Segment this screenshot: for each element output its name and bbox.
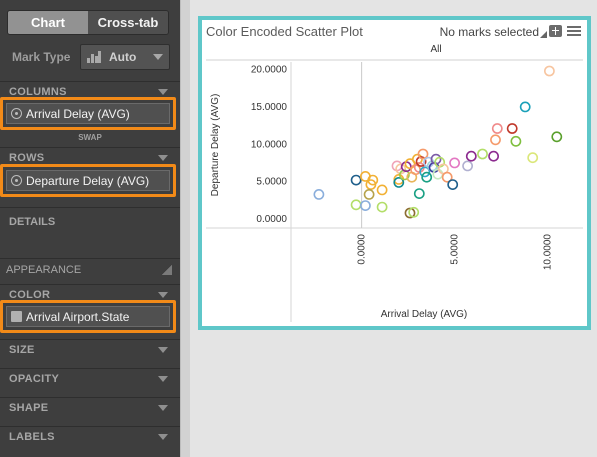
scatter-point[interactable] (447, 179, 459, 190)
color-field-label: Arrival Airport.State (26, 309, 130, 324)
chevron-down-icon[interactable] (158, 291, 168, 298)
scatter-point[interactable] (510, 135, 522, 147)
labels-section-label: LABELS (9, 430, 55, 443)
scatter-point[interactable] (413, 188, 425, 199)
mark-type-select[interactable]: Auto (80, 44, 170, 70)
scatter-point[interactable] (527, 152, 539, 164)
scatter-point[interactable] (543, 65, 555, 77)
chevron-down-icon (153, 54, 163, 60)
facet-label: All (430, 44, 441, 55)
scatter-point[interactable] (488, 150, 499, 162)
area-chart-icon (87, 51, 101, 63)
scatter-point[interactable] (490, 134, 501, 146)
appearance-section-label: APPEARANCE (6, 263, 82, 276)
color-encoding-icon (11, 311, 22, 322)
scatter-point[interactable] (551, 131, 563, 143)
scatter-point[interactable] (477, 148, 488, 160)
tab-chart[interactable]: Chart (8, 11, 88, 34)
mark-type-label: Mark Type (12, 50, 71, 64)
color-field-pill[interactable]: Arrival Airport.State (0, 300, 176, 333)
rows-section-label: ROWS (9, 151, 45, 164)
scatter-point[interactable] (465, 150, 477, 162)
size-section-label: SIZE (9, 343, 35, 356)
shape-section[interactable]: SHAPE (0, 397, 180, 417)
chevron-down-icon[interactable] (158, 404, 168, 411)
scatter-point[interactable] (350, 199, 362, 211)
field-settings-icon[interactable] (11, 175, 22, 186)
chevron-down-icon[interactable] (158, 433, 168, 440)
scatter-point[interactable] (421, 171, 433, 183)
tab-cross-tab[interactable]: Cross-tab (88, 11, 168, 34)
panel-splitter[interactable] (180, 0, 190, 457)
scatter-point[interactable] (363, 188, 375, 200)
y-axis-label: Departure Delay (AVG) (210, 94, 221, 197)
field-settings-icon[interactable] (11, 108, 22, 119)
config-panel: Chart Cross-tab Mark Type Auto COLUMNS A… (0, 0, 180, 457)
chevron-down-icon[interactable] (158, 154, 168, 161)
chevron-down-icon[interactable] (158, 346, 168, 353)
scatter-point[interactable] (359, 200, 371, 211)
columns-field-pill[interactable]: Arrival Delay (AVG) (0, 97, 176, 130)
scatter-point[interactable] (350, 174, 362, 186)
chevron-down-icon[interactable] (158, 375, 168, 382)
scatter-plot[interactable]: 0.0000 5.0000 10.0000 15.0000 20.0000 0.0000 5… (202, 20, 587, 326)
scatter-point[interactable] (376, 201, 388, 213)
labels-section[interactable]: LABELS (0, 426, 180, 446)
scatter-point[interactable] (313, 188, 325, 200)
scatter-point[interactable] (462, 160, 473, 172)
y-tick-label: 0.0000 (256, 214, 287, 225)
rows-field-pill[interactable]: Departure Delay (AVG) (0, 164, 176, 197)
resize-handle-icon[interactable] (162, 264, 172, 275)
scatter-point[interactable] (491, 123, 503, 134)
rows-field-label: Departure Delay (AVG) (26, 173, 150, 188)
swap-button[interactable]: SWAP (0, 133, 180, 142)
details-section[interactable]: DETAILS (0, 207, 180, 235)
y-tick-label: 5.0000 (256, 177, 287, 188)
opacity-section-label: OPACITY (9, 372, 60, 385)
x-tick-label: 10.0000 (543, 234, 554, 271)
opacity-section[interactable]: OPACITY (0, 368, 180, 388)
details-section-label: DETAILS (9, 215, 56, 228)
scatter-point[interactable] (506, 123, 518, 134)
x-tick-label: 5.0000 (450, 234, 461, 265)
chart-card: Color Encoded Scatter Plot No marks sele… (198, 16, 591, 330)
scatter-point[interactable] (376, 184, 388, 196)
chevron-down-icon[interactable] (158, 88, 168, 95)
color-section-label: COLOR (9, 288, 51, 301)
view-tabs: Chart Cross-tab (7, 10, 169, 35)
columns-section-label: COLUMNS (9, 85, 67, 98)
appearance-section[interactable]: APPEARANCE (0, 258, 180, 280)
y-tick-label: 20.0000 (251, 64, 288, 75)
size-section[interactable]: SIZE (0, 339, 180, 359)
mark-type-value: Auto (109, 50, 137, 64)
x-axis-label: Arrival Delay (AVG) (381, 309, 468, 320)
scatter-point[interactable] (449, 157, 460, 169)
x-tick-label: 0.0000 (357, 234, 368, 265)
columns-field-label: Arrival Delay (AVG) (26, 106, 130, 121)
y-tick-label: 10.0000 (251, 139, 288, 150)
shape-section-label: SHAPE (9, 401, 49, 414)
app-root: Chart Cross-tab Mark Type Auto COLUMNS A… (0, 0, 597, 457)
y-tick-label: 15.0000 (251, 102, 288, 113)
scatter-point[interactable] (519, 101, 531, 113)
